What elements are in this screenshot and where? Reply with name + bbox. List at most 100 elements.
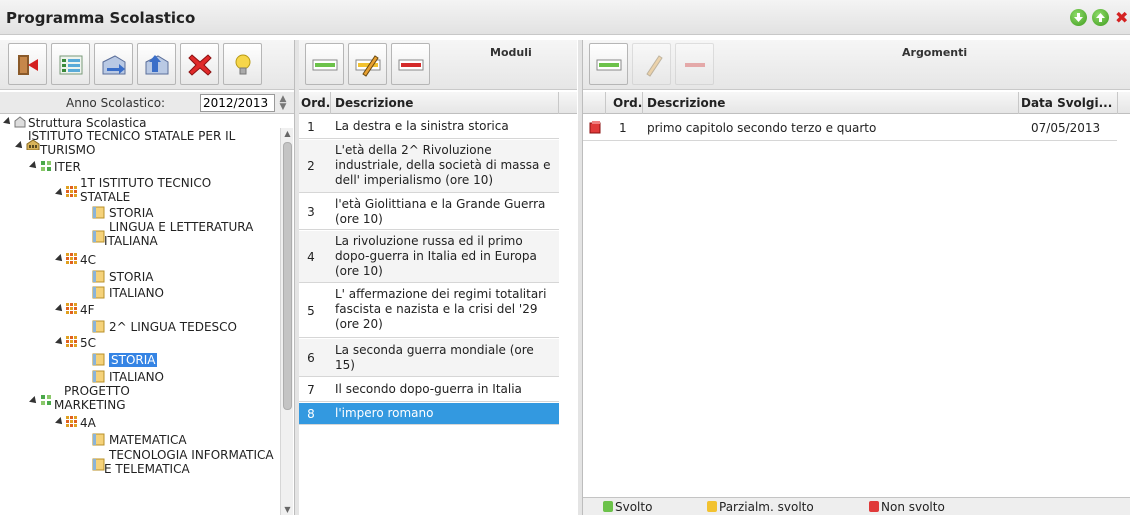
tree-scrollbar[interactable]: ▲ ▼ — [280, 128, 293, 515]
legend-label: Parzialm. svolto — [719, 500, 814, 514]
moduli-row[interactable]: 6 La seconda guerra mondiale (ore 15) — [299, 339, 559, 377]
tree-node-label-cont: TURISMO — [40, 143, 96, 157]
tree-node-label-cont: STATALE — [80, 190, 131, 204]
expand-arrow-icon[interactable] — [29, 161, 39, 171]
school-icon — [14, 116, 26, 128]
argomenti-grid-header: Ord. Descrizione Data Svolgi... — [583, 92, 1130, 114]
expand-arrow-icon[interactable] — [15, 141, 25, 151]
row-desc: La rivoluzione russa ed il primo dopo-gu… — [335, 234, 537, 278]
book-icon — [92, 433, 105, 446]
close-red-icon[interactable]: ✖ — [1115, 9, 1130, 26]
moduli-row[interactable]: 1 La destra e la sinistra storica — [299, 115, 559, 139]
expand-arrow-icon[interactable] — [55, 304, 65, 314]
class-icon — [66, 253, 77, 264]
scroll-down-icon[interactable]: ▼ — [283, 505, 292, 514]
row-desc: Il secondo dopo-guerra in Italia — [335, 382, 522, 396]
arrow-up-green-icon[interactable] — [1092, 9, 1109, 26]
tree-node-label: 4C — [80, 253, 97, 267]
expand-arrow-icon[interactable] — [55, 188, 65, 198]
yellow-book-icon — [707, 501, 717, 512]
hint-button[interactable] — [223, 43, 262, 85]
window-titlebar: Programma Scolastico ✖ — [0, 0, 1130, 35]
tree-node-label: STORIA — [109, 206, 154, 220]
row-ord: 1 — [307, 120, 315, 134]
export-icon — [102, 55, 126, 75]
expand-arrow-icon[interactable] — [55, 417, 65, 427]
structure-toolbar — [0, 40, 294, 90]
edit-row-icon — [646, 55, 663, 77]
remove-module-button[interactable] — [391, 43, 430, 85]
tree-node-label: STORIA — [109, 353, 158, 367]
legend-label: Non svolto — [881, 500, 945, 514]
class-icon — [66, 303, 77, 314]
structure-tree: Struttura Scolastica ISTITUTO TECNICO ST… — [0, 116, 278, 515]
col-ord-header[interactable]: Ord. — [301, 96, 330, 110]
export-button[interactable] — [94, 43, 133, 85]
expand-arrow-icon[interactable] — [3, 117, 13, 127]
tree-node-label: PROGETTO — [64, 384, 130, 398]
moduli-row[interactable]: 5 L' affermazione dei regimi totalitari … — [299, 284, 559, 338]
moduli-panel: Moduli Ord. Descrizione 1 La destra e la… — [299, 40, 577, 515]
book-icon — [92, 320, 105, 333]
argomenti-row[interactable]: 1 primo capitolo secondo terzo e quarto … — [583, 115, 1117, 141]
moduli-row[interactable]: 3 l'età Giolittiana e la Grande Guerra (… — [299, 194, 559, 230]
red-book-icon — [589, 121, 601, 134]
row-ord: 1 — [619, 121, 627, 135]
add-module-button[interactable] — [305, 43, 344, 85]
row-desc: l'età Giolittiana e la Grande Guerra (or… — [335, 197, 546, 226]
moduli-row[interactable]: 2 L'età della 2^ Rivoluzione industriale… — [299, 140, 559, 193]
moduli-grid-header: Ord. Descrizione — [299, 92, 577, 114]
moduli-row-selected[interactable]: 8 l'impero romano — [299, 403, 559, 425]
import-button[interactable] — [137, 43, 176, 85]
exit-icon — [18, 55, 38, 75]
tree-node-label: LINGUA E LETTERATURA — [109, 220, 254, 234]
tree-node-label: MATEMATICA — [109, 433, 187, 447]
scroll-thumb[interactable] — [283, 142, 292, 410]
book-icon — [92, 370, 105, 383]
book-icon — [92, 206, 105, 219]
add-row-icon — [596, 59, 622, 71]
row-desc: La destra e la sinistra storica — [335, 119, 509, 133]
col-ord-header[interactable]: Ord. — [613, 96, 642, 110]
group-icon — [41, 161, 51, 171]
tree-node-label: TECNOLOGIA INFORMATICA — [109, 448, 274, 462]
row-ord: 8 — [307, 407, 315, 421]
exit-button[interactable] — [8, 43, 47, 85]
expand-arrow-icon[interactable] — [55, 337, 65, 347]
tree-node-label: Struttura Scolastica — [28, 116, 147, 130]
delete-x-icon — [188, 54, 212, 76]
structure-panel: Anno Scolastico: ▲▼ Struttura Scolastica… — [0, 40, 295, 515]
tree-node-label-cont: E TELEMATICA — [104, 462, 190, 476]
green-book-icon — [603, 501, 613, 512]
tree-node-label-cont: MARKETING — [54, 398, 126, 412]
moduli-row[interactable]: 4 La rivoluzione russa ed il primo dopo-… — [299, 231, 559, 283]
scroll-up-icon[interactable]: ▲ — [283, 129, 292, 138]
edit-topic-button[interactable] — [632, 43, 671, 85]
col-desc-header[interactable]: Descrizione — [647, 96, 725, 110]
arrow-down-green-icon[interactable] — [1070, 9, 1087, 26]
school-year-label: Anno Scolastico: — [66, 96, 166, 110]
class-icon — [66, 186, 77, 197]
school-year-input[interactable] — [200, 94, 275, 112]
import-icon — [145, 55, 169, 75]
row-ord: 4 — [307, 250, 315, 264]
add-topic-button[interactable] — [589, 43, 628, 85]
row-ord: 3 — [307, 205, 315, 219]
tree-node-label: ITER — [54, 160, 81, 174]
col-date-header[interactable]: Data Svolgi... — [1021, 96, 1112, 110]
edit-module-button[interactable] — [348, 43, 387, 85]
delete-button[interactable] — [180, 43, 219, 85]
legend-non-svolto: Non svolto — [869, 500, 945, 514]
col-desc-header[interactable]: Descrizione — [335, 96, 413, 110]
expand-arrow-icon[interactable] — [55, 254, 65, 264]
row-ord: 2 — [307, 159, 315, 173]
moduli-row[interactable]: 7 Il secondo dopo-guerra in Italia — [299, 378, 559, 402]
remove-topic-button[interactable] — [675, 43, 714, 85]
list-view-button[interactable] — [51, 43, 90, 85]
tree-node-label: 1T ISTITUTO TECNICO — [80, 176, 212, 190]
expand-arrow-icon[interactable] — [29, 396, 39, 406]
red-book-icon — [869, 501, 879, 512]
school-year-spinner[interactable]: ▲ ▼ — [276, 95, 290, 112]
add-row-icon — [312, 59, 338, 71]
row-desc: L'età della 2^ Rivoluzione industriale, … — [335, 143, 551, 187]
